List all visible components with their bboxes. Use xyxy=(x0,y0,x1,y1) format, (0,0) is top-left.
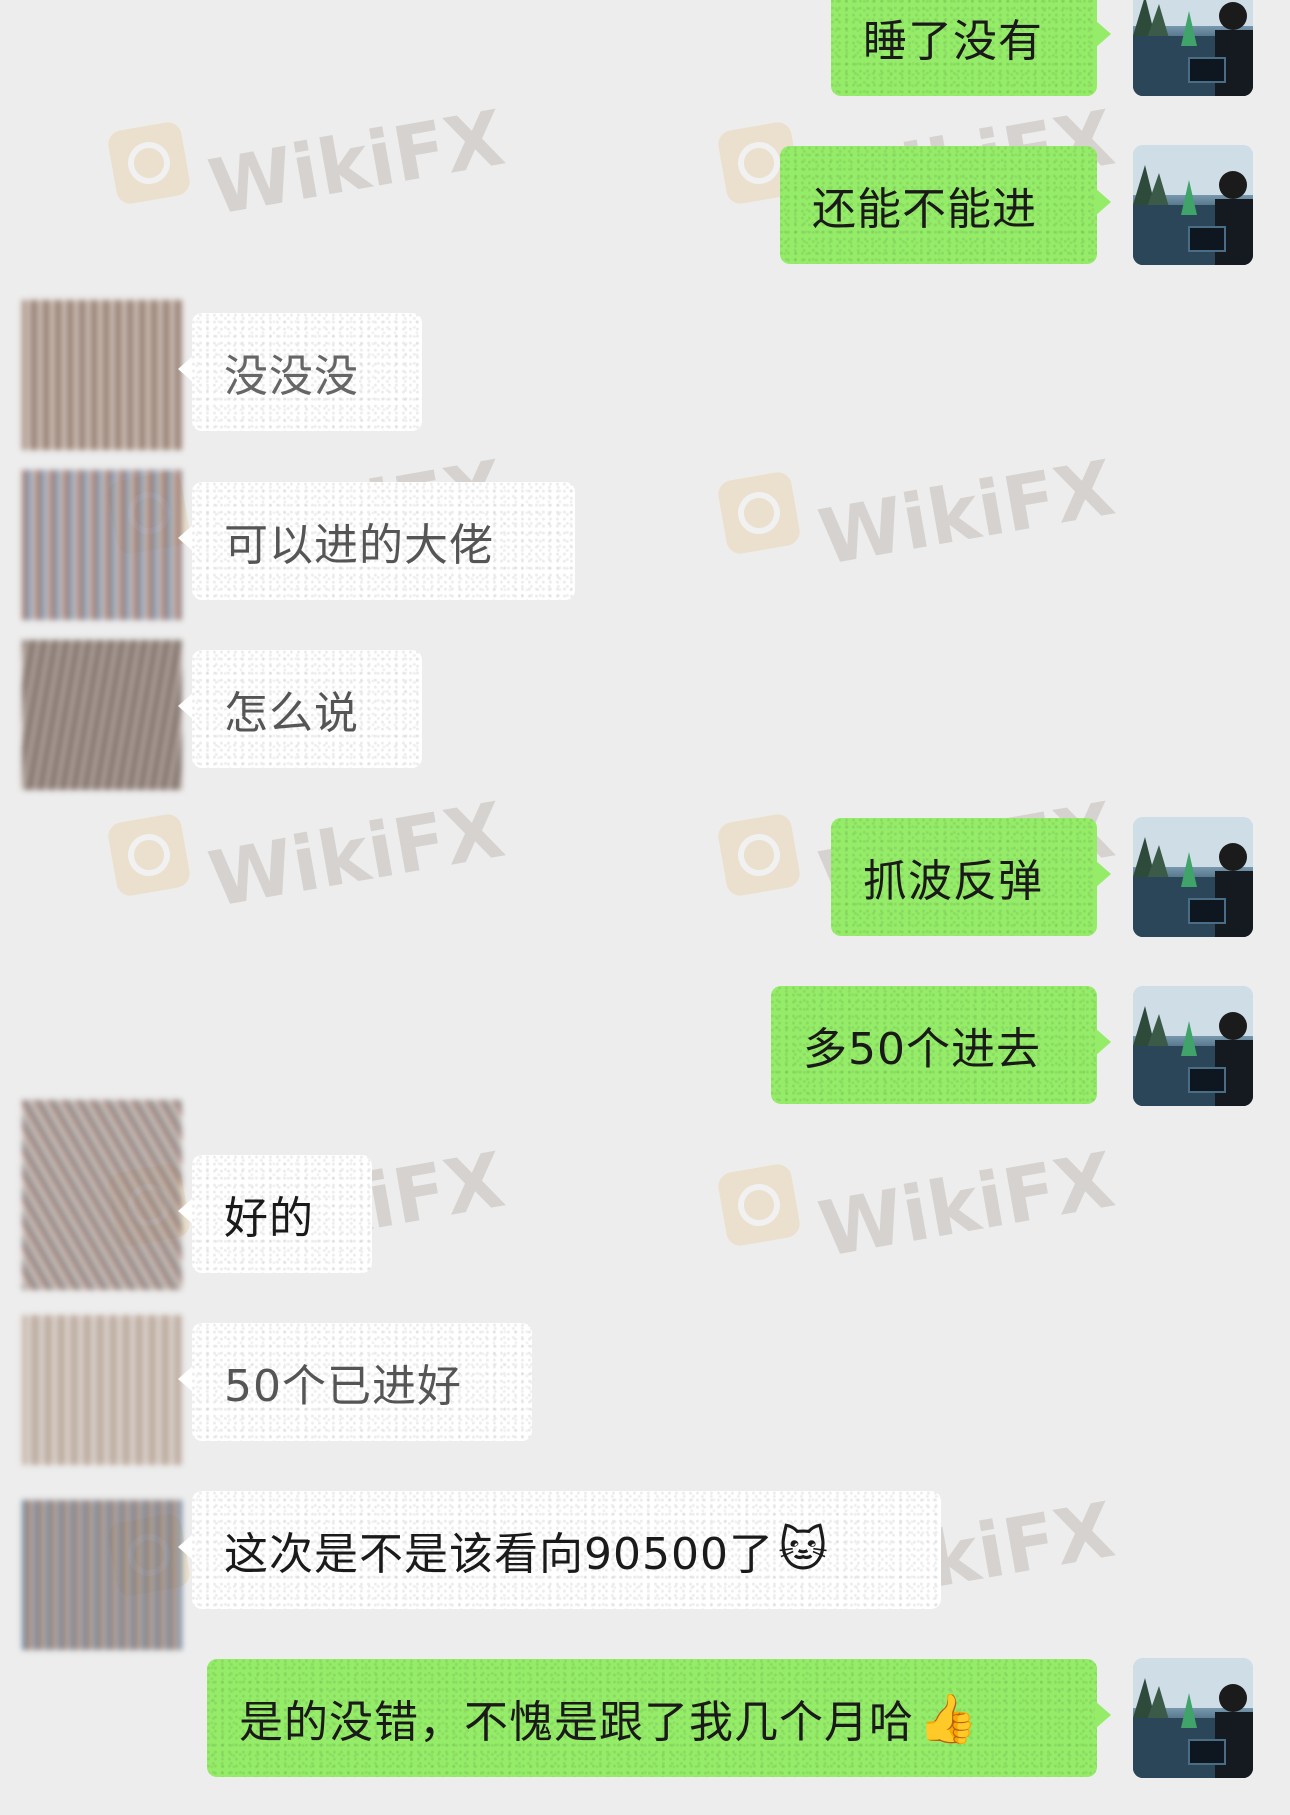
landscape-avatar-icon xyxy=(1133,0,1253,96)
message-text: 50个已进好 xyxy=(224,1361,462,1412)
message-text: 好的 xyxy=(224,1193,314,1244)
contact-avatar[interactable] xyxy=(22,1315,182,1465)
my-message-bubble[interactable]: 睡了没有 xyxy=(831,0,1111,96)
contact-avatar[interactable] xyxy=(22,640,182,790)
watermark-text: WikiFX xyxy=(202,92,511,233)
watermark-text: WikiFX xyxy=(812,442,1121,583)
chat-area: WikiFX WikiFX WikiFX WikiFX WikiFX WikiF… xyxy=(0,0,1290,1815)
message-text: 可以进的大佬 xyxy=(224,520,494,571)
watermark-logo-icon xyxy=(716,1161,802,1248)
my-avatar[interactable] xyxy=(1133,817,1253,937)
contact-message-bubble[interactable]: 没没没 xyxy=(178,313,422,431)
message-text: 睡了没有 xyxy=(863,16,1043,67)
my-message-bubble[interactable]: 抓波反弹 xyxy=(831,818,1111,936)
my-message-bubble[interactable]: 多50个进去 xyxy=(771,986,1111,1104)
watermark-logo-icon xyxy=(106,811,192,898)
my-message-bubble[interactable]: 还能不能进 xyxy=(780,146,1111,264)
landscape-avatar-icon xyxy=(1133,145,1253,265)
watermark-logo-icon xyxy=(716,811,802,898)
cat-emoji-icon: 🐱 xyxy=(777,1522,830,1578)
watermark: WikiFX xyxy=(716,443,1120,582)
my-avatar[interactable] xyxy=(1133,1658,1253,1778)
my-avatar[interactable] xyxy=(1133,145,1253,265)
message-text: 怎么说 xyxy=(224,688,359,739)
message-text: 多50个进去 xyxy=(803,1024,1041,1075)
contact-avatar[interactable] xyxy=(22,470,182,620)
contact-message-bubble[interactable]: 怎么说 xyxy=(178,650,422,768)
contact-avatar[interactable] xyxy=(22,1100,182,1290)
watermark: WikiFX xyxy=(716,1135,1120,1274)
thumbs-up-emoji-icon: 👍 xyxy=(918,1690,979,1747)
landscape-avatar-icon xyxy=(1133,986,1253,1106)
contact-message-bubble[interactable]: 可以进的大佬 xyxy=(178,482,575,600)
watermark-text: WikiFX xyxy=(812,1134,1121,1275)
message-text: 抓波反弹 xyxy=(863,856,1043,907)
landscape-avatar-icon xyxy=(1133,1658,1253,1778)
contact-message-bubble[interactable]: 这次是不是该看向90500了 🐱 xyxy=(178,1491,941,1609)
message-text: 是的没错，不愧是跟了我几个月哈 xyxy=(239,1697,914,1748)
message-text: 还能不能进 xyxy=(812,184,1037,235)
watermark-text: WikiFX xyxy=(202,784,511,925)
watermark: WikiFX xyxy=(106,93,510,232)
contact-avatar[interactable] xyxy=(22,1500,182,1650)
my-message-bubble[interactable]: 是的没错，不愧是跟了我几个月哈 👍 xyxy=(207,1659,1111,1777)
message-text: 这次是不是该看向90500了 xyxy=(224,1529,774,1580)
watermark-logo-icon xyxy=(716,469,802,556)
contact-avatar[interactable] xyxy=(22,300,182,450)
landscape-avatar-icon xyxy=(1133,817,1253,937)
my-avatar[interactable] xyxy=(1133,0,1253,96)
watermark: WikiFX xyxy=(106,785,510,924)
contact-message-bubble[interactable]: 50个已进好 xyxy=(178,1323,532,1441)
watermark-logo-icon xyxy=(106,119,192,206)
my-avatar[interactable] xyxy=(1133,986,1253,1106)
message-text: 没没没 xyxy=(224,351,359,402)
contact-message-bubble[interactable]: 好的 xyxy=(178,1155,372,1273)
